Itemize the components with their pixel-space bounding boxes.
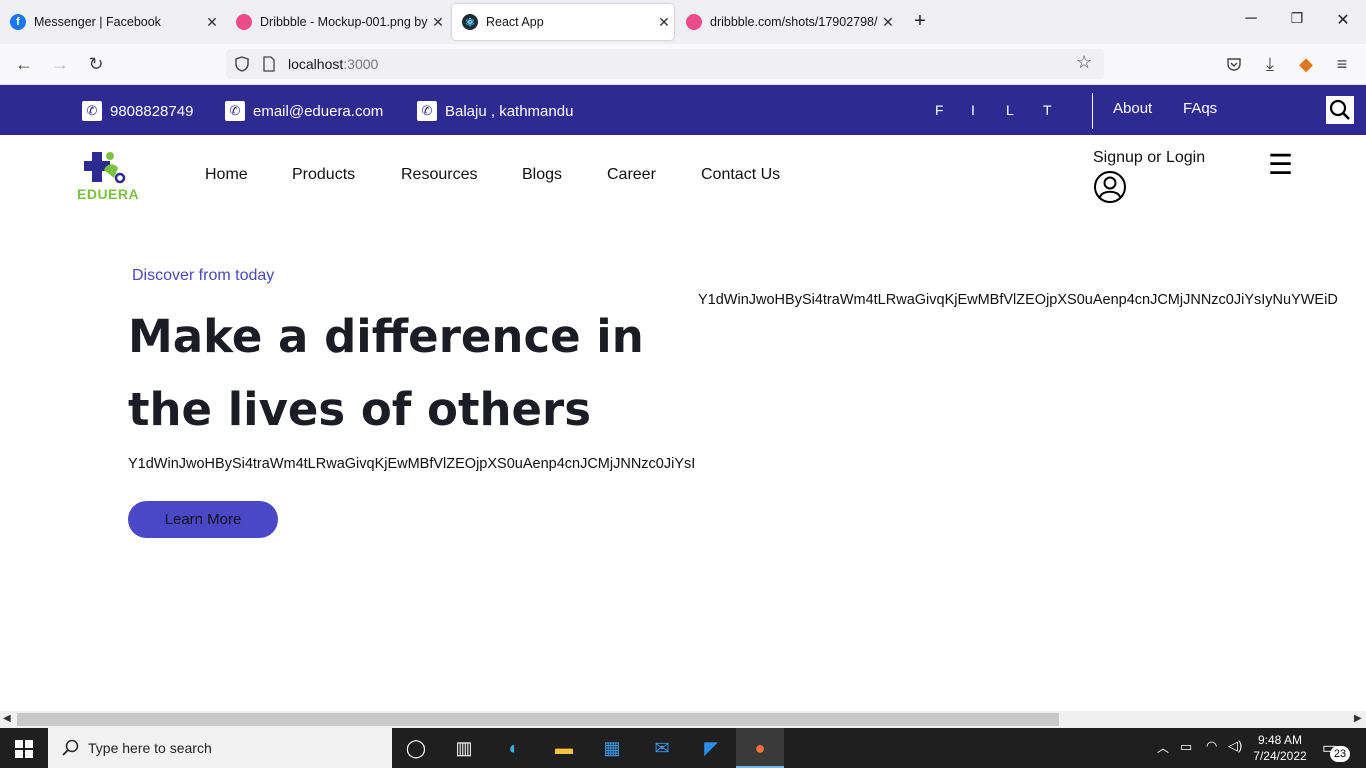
- minimize-icon[interactable]: ─: [1236, 10, 1266, 28]
- url-host: localhost: [288, 56, 344, 72]
- tab-label: Messenger | Facebook: [34, 15, 161, 29]
- pocket-icon[interactable]: [1226, 56, 1242, 72]
- logo-text: EDUERA: [77, 186, 140, 202]
- metamask-fox-icon[interactable]: ◆: [1292, 52, 1320, 76]
- search-button[interactable]: [1326, 96, 1354, 124]
- dribbble-icon: [686, 14, 702, 30]
- cortana-icon[interactable]: ◯: [402, 734, 430, 762]
- nav-resources[interactable]: Resources: [401, 166, 477, 184]
- clock-date: 7/24/2022: [1253, 749, 1307, 763]
- nav-products[interactable]: Products: [292, 166, 355, 184]
- search-placeholder: Type here to search: [88, 740, 212, 756]
- tab-label: React App: [486, 15, 544, 29]
- close-tab-icon[interactable]: ✕: [428, 14, 448, 31]
- contact-top-bar: ✆ 9808828749 ✆ email@eduera.com ✆ Balaju…: [0, 85, 1366, 135]
- react-icon: ⚛: [462, 14, 478, 30]
- restore-icon[interactable]: ❐: [1282, 10, 1312, 27]
- volume-icon[interactable]: ◁): [1228, 738, 1242, 754]
- tab-label: Dribbble - Mockup-001.png by: [260, 15, 428, 29]
- nav-blogs[interactable]: Blogs: [522, 166, 562, 184]
- horizontal-scrollbar[interactable]: ◀ ▶: [0, 711, 1366, 728]
- address-text: Balaju , kathmandu: [445, 102, 574, 120]
- vscode-icon[interactable]: ◤: [697, 734, 725, 762]
- nav-career[interactable]: Career: [607, 166, 656, 184]
- hero-right-text: Y1dWinJwoHBySi4traWm4tLRwaGivqKjEwMBfVlZ…: [698, 292, 1338, 308]
- back-arrow-icon[interactable]: ←: [10, 52, 38, 76]
- close-tab-icon[interactable]: ✕: [202, 14, 222, 31]
- show-hidden-icons[interactable]: ︿: [1157, 739, 1169, 756]
- scrollbar-thumb[interactable]: [17, 713, 1059, 726]
- signup-login-link[interactable]: Signup or Login: [1093, 149, 1205, 167]
- url-text: localhost:3000: [288, 56, 378, 72]
- scroll-left-icon[interactable]: ◀: [3, 713, 11, 724]
- tab-dribbble-mockup[interactable]: Dribbble - Mockup-001.png by ✕: [226, 4, 448, 40]
- clock[interactable]: 9:48 AM 7/24/2022: [1250, 732, 1310, 764]
- social-twitter-link[interactable]: T: [1043, 102, 1052, 118]
- hamburger-menu-icon[interactable]: ≡: [1328, 52, 1356, 76]
- shield-icon: [235, 56, 249, 72]
- file-explorer-icon[interactable]: ▬: [550, 734, 578, 762]
- firefox-taskbar-button[interactable]: ●: [736, 728, 784, 768]
- forward-arrow-icon[interactable]: →: [46, 52, 74, 76]
- scroll-right-icon[interactable]: ▶: [1354, 713, 1362, 724]
- page-icon: [263, 56, 275, 72]
- email-address: email@eduera.com: [253, 102, 384, 120]
- microsoft-store-icon[interactable]: ▦: [598, 734, 626, 762]
- phone-icon: ✆: [82, 101, 102, 121]
- new-tab-button[interactable]: +: [905, 10, 935, 33]
- phone-icon: ✆: [225, 101, 245, 121]
- logo[interactable]: EDUERA: [76, 148, 140, 204]
- divider: [1092, 93, 1093, 129]
- windows-taskbar: Type here to search ◯ ▥ ◐ ▬ ▦ ✉ ◤ ● ︿ ▭ …: [0, 728, 1366, 768]
- nav-home[interactable]: Home: [205, 166, 248, 184]
- download-icon[interactable]: ⤓: [1256, 52, 1284, 76]
- faqs-link[interactable]: FAqs: [1183, 100, 1217, 117]
- social-facebook-link[interactable]: F: [935, 102, 944, 118]
- address-contact: ✆ Balaju , kathmandu: [417, 101, 573, 121]
- wifi-icon[interactable]: ◠: [1206, 738, 1217, 754]
- firefox-icon: ●: [754, 737, 766, 758]
- user-avatar-icon[interactable]: [1093, 170, 1127, 204]
- nav-contact-us[interactable]: Contact Us: [701, 166, 780, 184]
- tab-dribbble-shot[interactable]: dribbble.com/shots/17902798/a ✕: [676, 4, 898, 40]
- tab-react-app[interactable]: ⚛ React App ✕: [452, 4, 674, 40]
- browser-tab-bar: f Messenger | Facebook ✕ Dribbble - Mock…: [0, 0, 1366, 44]
- dribbble-icon: [236, 14, 252, 30]
- notification-count-badge: 23: [1330, 746, 1350, 762]
- facebook-icon: f: [10, 14, 26, 30]
- edge-icon[interactable]: ◐: [500, 734, 528, 762]
- close-tab-icon[interactable]: ✕: [654, 14, 674, 31]
- search-icon: [62, 739, 79, 756]
- about-link[interactable]: About: [1113, 100, 1152, 117]
- windows-start-icon[interactable]: [15, 740, 33, 758]
- battery-icon[interactable]: ▭: [1180, 739, 1192, 755]
- address-bar[interactable]: localhost:3000 ☆: [226, 49, 1104, 79]
- logo-cross-icon: [84, 152, 126, 184]
- mail-icon[interactable]: ✉: [648, 734, 676, 762]
- reload-icon[interactable]: ↻: [82, 52, 110, 76]
- taskbar-search-box[interactable]: Type here to search: [48, 728, 392, 768]
- close-tab-icon[interactable]: ✕: [878, 14, 898, 31]
- hero-paragraph: Y1dWinJwoHBySi4traWm4tLRwaGivqKjEwMBfVlZ…: [128, 456, 696, 472]
- task-view-icon[interactable]: ▥: [450, 734, 478, 762]
- social-instagram-link[interactable]: I: [971, 102, 975, 118]
- window-close-icon[interactable]: ✕: [1328, 10, 1358, 30]
- search-icon: [1329, 99, 1350, 120]
- hero-headline: Make a difference in the lives of others: [128, 310, 644, 436]
- phone-icon: ✆: [417, 101, 437, 121]
- tab-label: dribbble.com/shots/17902798/a: [710, 15, 878, 29]
- social-linkedin-link[interactable]: L: [1006, 102, 1014, 118]
- bookmark-star-icon[interactable]: ☆: [1076, 52, 1092, 73]
- email-contact[interactable]: ✆ email@eduera.com: [225, 101, 383, 121]
- phone-contact[interactable]: ✆ 9808828749: [82, 101, 193, 121]
- browser-nav-bar: ← → ↻ localhost:3000 ☆ ⤓ ◆ ≡: [0, 44, 1366, 85]
- clock-time: 9:48 AM: [1257, 733, 1303, 747]
- tab-messenger[interactable]: f Messenger | Facebook ✕: [0, 4, 222, 40]
- phone-number: 9808828749: [110, 102, 194, 120]
- menu-icon[interactable]: ☰: [1268, 148, 1293, 181]
- url-port: :3000: [343, 56, 379, 72]
- learn-more-button[interactable]: Learn More: [128, 501, 278, 538]
- hero-eyebrow: Discover from today: [132, 267, 275, 284]
